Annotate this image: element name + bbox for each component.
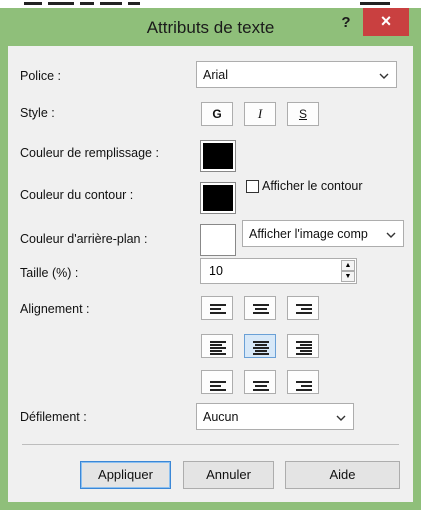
strip-mark <box>100 2 122 5</box>
help-button[interactable]: Aide <box>285 461 400 489</box>
fill-color-swatch[interactable] <box>200 140 236 172</box>
align-top-center-button[interactable] <box>244 296 276 320</box>
close-button[interactable]: × <box>363 8 409 36</box>
strip-mark <box>128 2 140 5</box>
chevron-down-icon <box>386 227 396 241</box>
strike-button[interactable]: S <box>287 102 319 126</box>
outline-color-swatch[interactable] <box>200 182 236 214</box>
separator <box>22 444 399 445</box>
spin-up-icon[interactable]: ▲ <box>341 260 355 271</box>
background-color-preview <box>203 227 233 253</box>
apply-button[interactable]: Appliquer <box>80 461 171 489</box>
strip-mark <box>48 2 74 5</box>
help-icon[interactable]: ? <box>334 12 358 36</box>
strip-mark <box>24 2 42 5</box>
scroll-label: Défilement : <box>20 410 87 424</box>
police-label: Police : <box>20 69 61 83</box>
background-mode-select[interactable]: Afficher l'image comp <box>242 220 404 247</box>
align-bottom-left-button[interactable] <box>201 370 233 394</box>
size-input[interactable]: 10 ▲ ▼ <box>200 258 357 284</box>
show-outline-label[interactable]: Afficher le contour <box>262 179 363 193</box>
alignment-label: Alignement : <box>20 302 90 316</box>
police-select[interactable]: Arial <box>196 61 397 88</box>
outline-color-label: Couleur du contour : <box>20 188 134 202</box>
align-middle-center-button[interactable] <box>244 334 276 358</box>
bold-button[interactable]: G <box>201 102 233 126</box>
size-label: Taille (%) : <box>20 266 79 280</box>
background-mode-value: Afficher l'image comp <box>249 226 368 241</box>
align-top-right-button[interactable] <box>287 296 319 320</box>
outline-color-preview <box>203 185 233 211</box>
align-middle-right-button[interactable] <box>287 334 319 358</box>
fill-color-preview <box>203 143 233 169</box>
align-top-left-button[interactable] <box>201 296 233 320</box>
chevron-down-icon <box>379 68 389 82</box>
size-value: 10 <box>209 264 223 278</box>
background-color-swatch[interactable] <box>200 224 236 256</box>
align-bottom-right-button[interactable] <box>287 370 319 394</box>
dialog-window: Attributs de texte ? × Police : Arial St… <box>0 0 421 510</box>
show-outline-checkbox[interactable] <box>246 180 259 193</box>
align-middle-left-button[interactable] <box>201 334 233 358</box>
spin-down-icon[interactable]: ▼ <box>341 271 355 282</box>
cancel-button[interactable]: Annuler <box>183 461 274 489</box>
scroll-value: Aucun <box>203 409 239 424</box>
align-bottom-center-button[interactable] <box>244 370 276 394</box>
italic-button[interactable]: I <box>244 102 276 126</box>
dialog-body: Police : Arial Style : G I S Couleur de … <box>8 46 413 502</box>
strip-mark <box>80 2 94 5</box>
background-color-label: Couleur d'arrière-plan : <box>20 232 148 246</box>
title-bar[interactable]: Attributs de texte ? × <box>8 8 413 46</box>
background-strip <box>0 0 421 8</box>
scroll-select[interactable]: Aucun <box>196 403 354 430</box>
style-label: Style : <box>20 106 55 120</box>
police-value: Arial <box>203 67 229 82</box>
chevron-down-icon <box>336 410 346 424</box>
fill-color-label: Couleur de remplissage : <box>20 146 159 160</box>
strip-mark <box>360 2 390 5</box>
